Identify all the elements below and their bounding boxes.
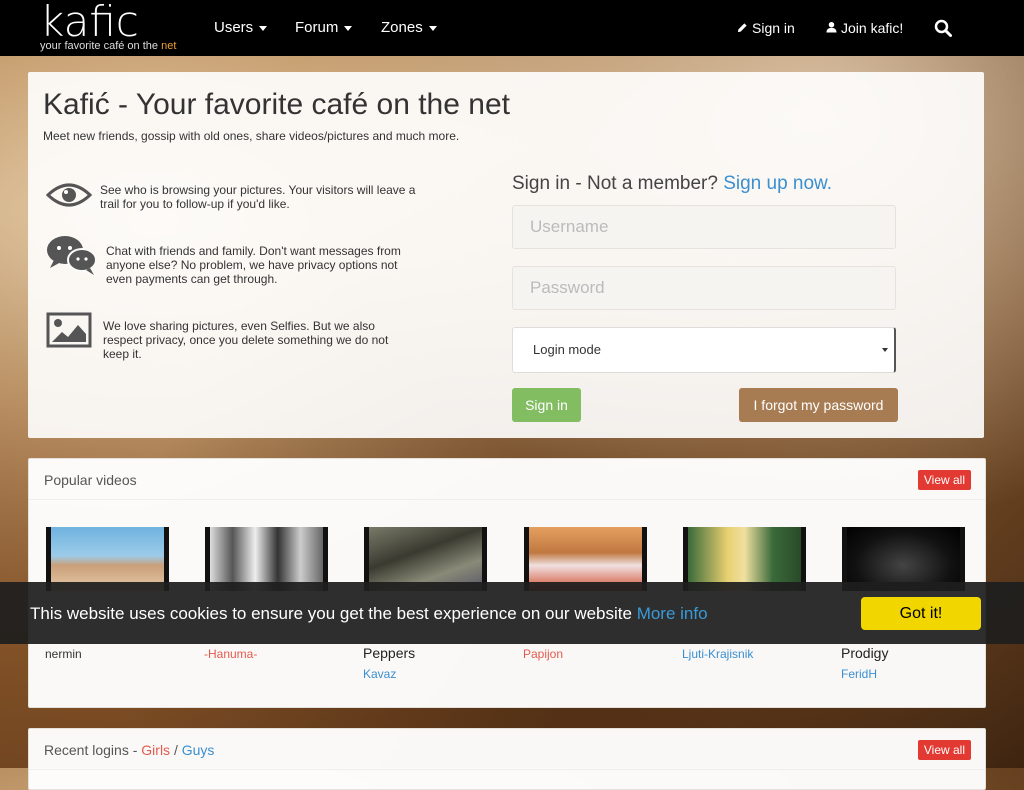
chevron-down-icon [344, 25, 353, 31]
video-title-link[interactable]: Prodigy [841, 645, 888, 661]
tagline-text: your favorite café on the [40, 40, 162, 52]
recent-girls-link[interactable]: Girls [141, 742, 170, 758]
recent-logins-panel: Recent logins - Girls / Guys View all [28, 728, 986, 790]
videos-view-all-button[interactable]: View all [917, 470, 971, 490]
recent-separator: / [170, 742, 182, 758]
feature-chat-text: Chat with friends and family. Don't want… [106, 244, 401, 286]
video-user-link[interactable]: Ljuti-Krajisnik [682, 647, 753, 661]
recent-logins-label: Recent logins - [44, 742, 142, 758]
nav-forum-menu[interactable]: Forum [295, 0, 353, 56]
tagline-net: net [161, 40, 177, 52]
signin-heading: Sign in - Not a member? Sign up now. [512, 173, 832, 195]
feature-pictures-text: We love sharing pictures, even Selfies. … [103, 319, 389, 361]
cookie-accept-button[interactable]: Got it! [861, 597, 981, 630]
nav-join-label: Join kafic! [841, 20, 904, 36]
nav-zones-menu[interactable]: Zones [381, 0, 437, 56]
nav-users-menu[interactable]: Users [214, 0, 268, 56]
username-input[interactable]: Username [512, 205, 896, 249]
logo-text: kafic [40, 0, 139, 46]
nav-zones-label: Zones [381, 19, 423, 36]
pencil-icon [737, 23, 747, 33]
hero-panel: Kafić - Your favorite café on the net Me… [28, 72, 984, 438]
recent-guys-link[interactable]: Guys [182, 742, 215, 758]
video-user-link[interactable]: Kavaz [363, 667, 396, 681]
nav-signin-label: Sign in [752, 20, 795, 36]
login-mode-value: Login mode [533, 342, 601, 357]
recent-logins-header: Recent logins - Girls / Guys View all [29, 729, 985, 770]
login-mode-select[interactable]: Login mode [512, 327, 896, 373]
video-title-link[interactable]: Peppers [363, 645, 415, 661]
cookie-text: This website uses cookies to ensure you … [30, 604, 637, 623]
chevron-down-icon [428, 25, 437, 31]
dropdown-arrow-icon [882, 348, 888, 352]
cookie-more-info-link[interactable]: More info [637, 604, 708, 623]
user-icon [826, 21, 837, 33]
nav-signin-link[interactable]: Sign in [737, 0, 795, 56]
chat-icon [47, 236, 97, 275]
video-user-link[interactable]: Papijon [523, 647, 563, 661]
forgot-password-button[interactable]: I forgot my password [739, 388, 898, 422]
site-logo[interactable]: kafic your favorite café on the net [40, 0, 176, 53]
popular-videos-header: Popular videos View all [29, 459, 985, 500]
chevron-down-icon [259, 25, 268, 31]
nav-users-label: Users [214, 19, 254, 36]
navbar: kafic your favorite café on the net User… [0, 0, 1024, 56]
eye-icon [46, 183, 92, 207]
page-subtitle: Meet new friends, gossip with old ones, … [43, 129, 460, 143]
recent-logins-title: Recent logins - Girls / Guys [44, 742, 214, 758]
popular-videos-title: Popular videos [44, 472, 137, 488]
signup-link[interactable]: Sign up now. [723, 173, 832, 194]
page-title: Kafić - Your favorite café on the net [43, 88, 510, 121]
nav-forum-label: Forum [295, 19, 339, 36]
signin-button[interactable]: Sign in [512, 388, 581, 422]
cookie-message: This website uses cookies to ensure you … [30, 604, 708, 624]
video-user-link[interactable]: FeridH [841, 667, 877, 681]
video-user-link[interactable]: nermin [45, 647, 82, 661]
cookie-banner: This website uses cookies to ensure you … [0, 582, 1024, 644]
password-input[interactable]: Password [512, 266, 896, 310]
video-user-link[interactable]: -Hanuma- [204, 647, 257, 661]
picture-icon [46, 312, 92, 348]
signin-heading-text: Sign in - Not a member? [512, 173, 724, 194]
logo-tagline: your favorite café on the net [40, 40, 176, 52]
nav-join-link[interactable]: Join kafic! [826, 0, 903, 56]
feature-visitors-text: See who is browsing your pictures. Your … [100, 183, 416, 211]
recent-view-all-button[interactable]: View all [917, 740, 971, 760]
search-icon[interactable] [934, 19, 952, 37]
